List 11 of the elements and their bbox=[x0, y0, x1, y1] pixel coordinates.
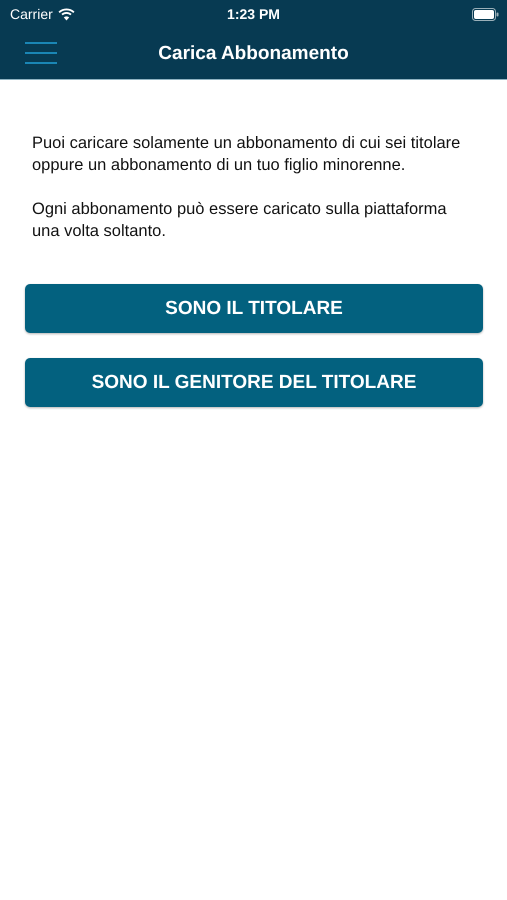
choice-button[interactable]: SONO IL GENITORE DEL TITOLARE bbox=[25, 358, 483, 407]
choice-button[interactable]: SONO IL TITOLARE bbox=[25, 284, 483, 333]
wifi-icon bbox=[58, 8, 75, 20]
clock-time: 1:23 PM bbox=[227, 6, 280, 22]
info-paragraph: Ogni abbonamento può essere caricato sulla piattaforma una volta soltanto. bbox=[32, 199, 448, 242]
info-paragraph: Puoi caricare solamente un abbonamento di cui sei titolare oppure un abbonamento di un tuo figlio minorenne. bbox=[32, 133, 462, 176]
menu-button[interactable] bbox=[25, 41, 57, 65]
carrier-label: Carrier bbox=[10, 6, 53, 22]
menu-icon bbox=[25, 41, 57, 65]
screen-title: Carica Abbonamento bbox=[158, 42, 349, 64]
battery-icon bbox=[472, 8, 499, 20]
